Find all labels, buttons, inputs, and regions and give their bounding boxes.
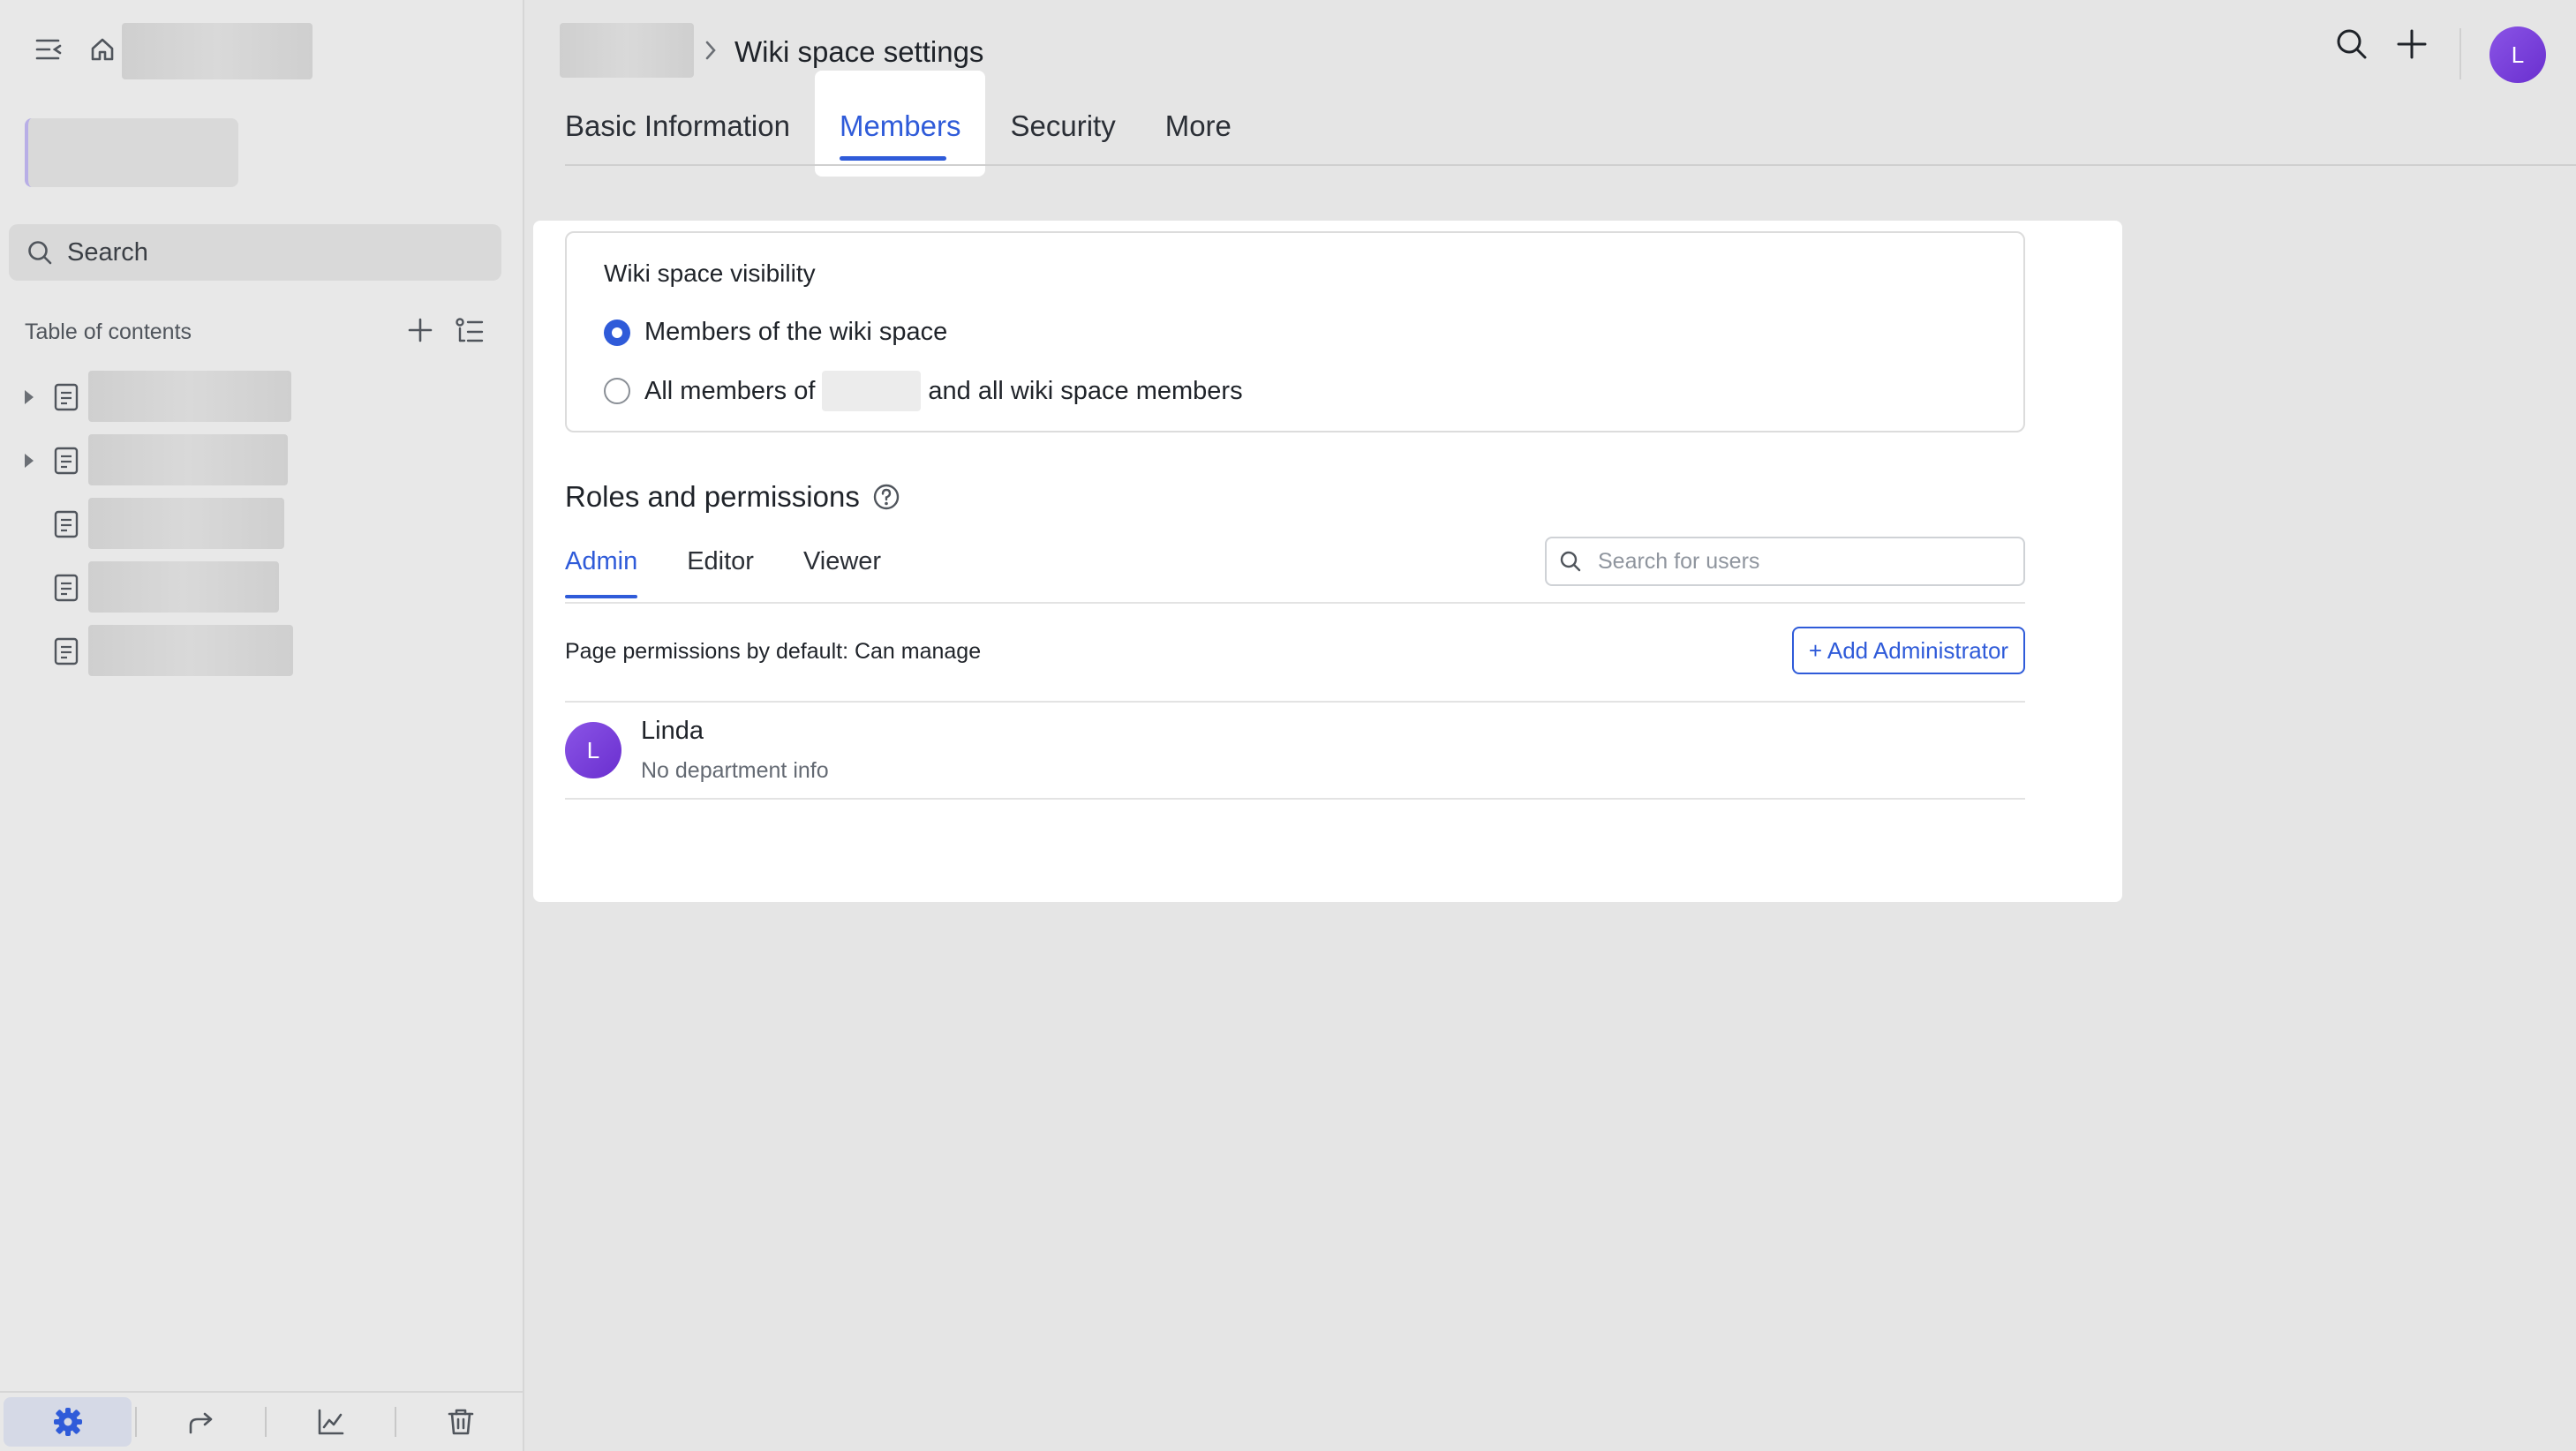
visibility-option-org-prefix: All members of bbox=[644, 376, 816, 405]
trash-button[interactable] bbox=[396, 1393, 524, 1451]
analytics-button[interactable] bbox=[267, 1393, 395, 1451]
member-name: Linda bbox=[641, 717, 704, 745]
share-button[interactable] bbox=[137, 1393, 265, 1451]
chevron-right-icon bbox=[705, 41, 716, 60]
visibility-option-org-suffix: and all wiki space members bbox=[928, 376, 1243, 405]
list-divider bbox=[565, 798, 2025, 800]
page-title: Wiki space settings bbox=[734, 35, 984, 68]
radio-unselected[interactable] bbox=[604, 378, 630, 404]
expand-caret-icon[interactable] bbox=[25, 454, 34, 468]
toc-item-title-redacted bbox=[88, 498, 284, 549]
toc-item-title-redacted bbox=[88, 371, 291, 422]
line-chart-icon bbox=[318, 1409, 343, 1435]
toc-title: Table of contents bbox=[25, 320, 192, 344]
sidebar-search[interactable]: Search bbox=[9, 224, 501, 281]
search-icon bbox=[28, 241, 52, 265]
global-search-icon[interactable] bbox=[2334, 26, 2369, 66]
visibility-option-organization[interactable]: All members of and all wiki space member… bbox=[604, 371, 1243, 411]
trash-icon bbox=[448, 1409, 473, 1435]
toc-item-title-redacted bbox=[88, 434, 288, 485]
toc-item[interactable] bbox=[0, 556, 524, 620]
sidebar-bottom-toolbar bbox=[0, 1391, 524, 1451]
user-search-placeholder: Search for users bbox=[1598, 548, 1760, 574]
roles-title-text: Roles and permissions bbox=[565, 480, 860, 513]
document-icon bbox=[54, 510, 79, 538]
settings-tabs: Basic Information Members Security More bbox=[565, 71, 1256, 177]
user-search-input[interactable]: Search for users bbox=[1545, 537, 2025, 586]
role-tab-viewer[interactable]: Viewer bbox=[803, 547, 881, 597]
role-tab-editor[interactable]: Editor bbox=[687, 547, 754, 597]
space-logo-redacted[interactable] bbox=[25, 118, 238, 187]
toc-item-title-redacted bbox=[88, 561, 279, 613]
role-tabs: Admin Editor Viewer bbox=[565, 547, 930, 598]
tab-basic-information[interactable]: Basic Information bbox=[565, 71, 815, 168]
visibility-option-members[interactable]: Members of the wiki space bbox=[604, 318, 947, 347]
tab-security[interactable]: Security bbox=[985, 71, 1140, 168]
toc-item[interactable] bbox=[0, 365, 524, 429]
gear-icon bbox=[53, 1408, 82, 1436]
home-icon[interactable] bbox=[85, 32, 120, 67]
document-icon bbox=[54, 574, 79, 602]
toc-item[interactable] bbox=[0, 620, 524, 683]
document-icon bbox=[54, 447, 79, 475]
settings-button[interactable] bbox=[4, 1397, 132, 1447]
tab-members[interactable]: Members bbox=[814, 71, 986, 177]
toc-list bbox=[0, 365, 524, 683]
role-tabs-underline bbox=[565, 602, 2025, 604]
add-administrator-button[interactable]: + Add Administrator bbox=[1792, 627, 2025, 674]
visibility-section: Wiki space visibility Members of the wik… bbox=[565, 231, 2025, 432]
collapse-sidebar-icon[interactable] bbox=[32, 32, 67, 67]
share-icon bbox=[189, 1412, 212, 1434]
roles-section-title: Roles and permissions bbox=[565, 480, 900, 514]
expand-caret-icon[interactable] bbox=[25, 390, 34, 404]
tab-more[interactable]: More bbox=[1141, 71, 1256, 168]
toc-outline-icon[interactable] bbox=[454, 314, 486, 350]
tabs-underline bbox=[565, 164, 2576, 166]
role-tab-admin[interactable]: Admin bbox=[565, 547, 638, 598]
organization-name-redacted bbox=[822, 371, 922, 411]
radio-selected[interactable] bbox=[604, 319, 630, 346]
user-avatar[interactable]: L bbox=[2489, 26, 2546, 83]
breadcrumb-parent-redacted[interactable] bbox=[560, 23, 694, 78]
visibility-title: Wiki space visibility bbox=[604, 259, 816, 287]
workspace-name-redacted bbox=[122, 23, 313, 79]
header-divider bbox=[2459, 28, 2461, 79]
toc-item-title-redacted bbox=[88, 625, 293, 676]
toc-item[interactable] bbox=[0, 429, 524, 492]
member-row[interactable]: L Linda No department info bbox=[565, 717, 829, 784]
list-divider bbox=[565, 701, 2025, 703]
search-icon bbox=[1560, 551, 1581, 572]
member-department: No department info bbox=[641, 758, 829, 783]
member-info: Linda No department info bbox=[641, 717, 829, 784]
default-permission-text: Page permissions by default: Can manage bbox=[565, 639, 982, 664]
help-icon[interactable] bbox=[872, 483, 900, 511]
sidebar-top-bar bbox=[0, 0, 524, 106]
visibility-option-members-label: Members of the wiki space bbox=[644, 318, 948, 346]
sidebar: Search Table of contents bbox=[0, 0, 524, 1451]
member-avatar: L bbox=[565, 722, 621, 778]
document-icon bbox=[54, 637, 79, 665]
app-window: Search Table of contents Wiki space sett… bbox=[0, 0, 2576, 1451]
members-settings-card: Wiki space visibility Members of the wik… bbox=[533, 221, 2122, 902]
sidebar-search-label: Search bbox=[67, 237, 148, 267]
toc-item[interactable] bbox=[0, 492, 524, 556]
document-icon bbox=[54, 383, 79, 411]
add-page-icon[interactable] bbox=[404, 314, 436, 350]
create-new-icon[interactable] bbox=[2394, 26, 2429, 66]
